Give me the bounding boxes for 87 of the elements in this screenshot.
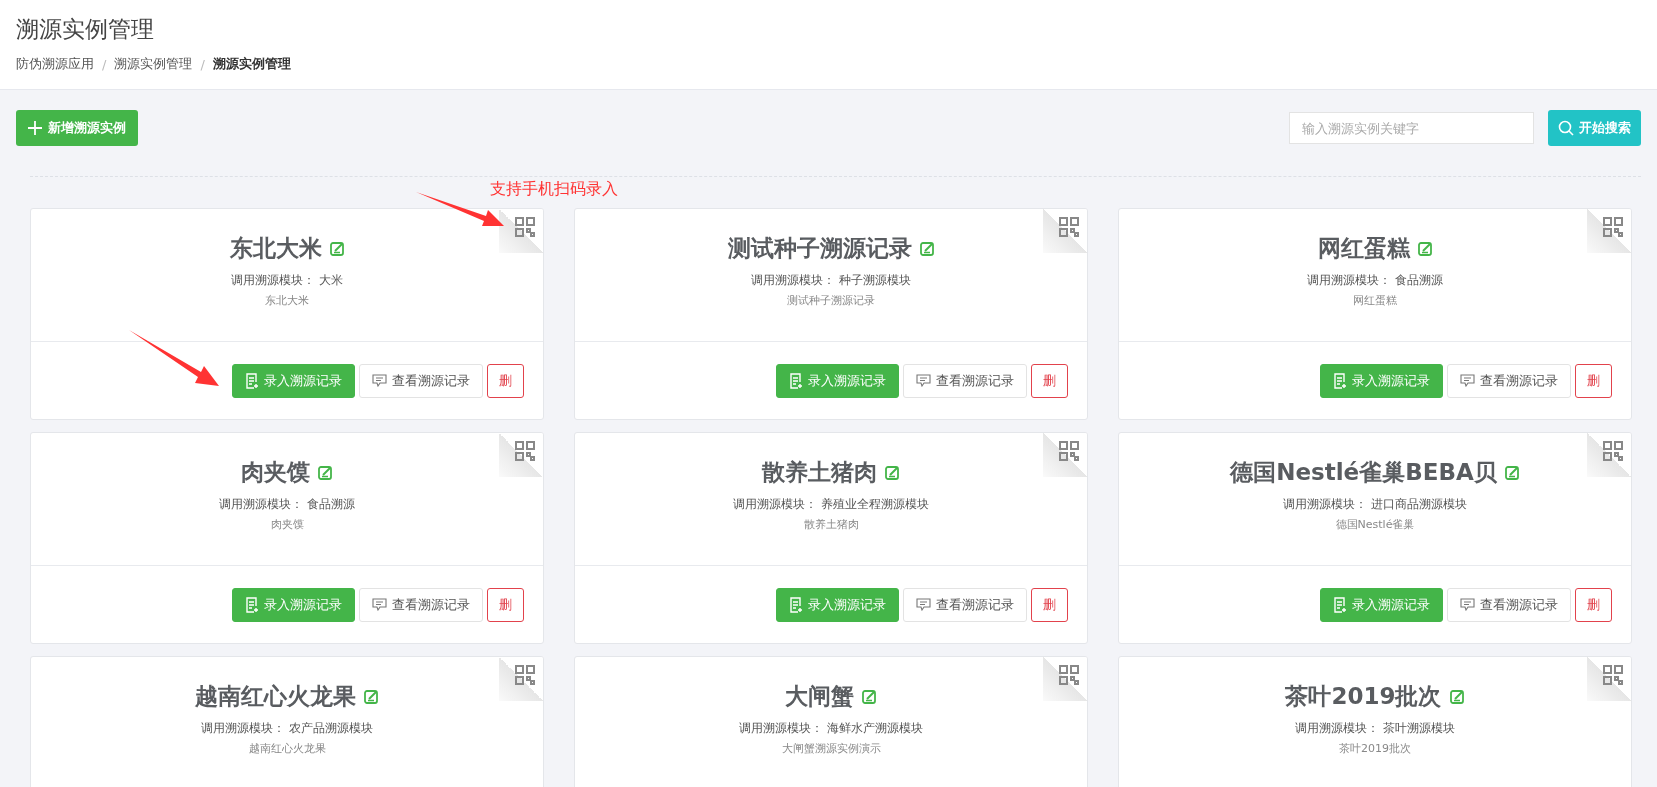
card-description: 德国Nestlé雀巢 bbox=[1335, 517, 1415, 532]
document-add-icon bbox=[789, 372, 803, 389]
delete-button[interactable]: 删 bbox=[1031, 363, 1068, 398]
qr-code-icon[interactable] bbox=[515, 441, 535, 461]
document-add-icon bbox=[245, 596, 259, 613]
card-title: 网红蛋糕 bbox=[1317, 234, 1410, 263]
card-title: 散养土猪肉 bbox=[762, 458, 877, 487]
card-description: 测试种子溯源记录 bbox=[787, 293, 875, 308]
search-button[interactable]: 开始搜索 bbox=[1548, 110, 1641, 146]
document-add-icon bbox=[1333, 372, 1347, 389]
card-title: 德国Nestlé雀巢BEBA贝 bbox=[1230, 458, 1497, 487]
enter-record-button[interactable]: 录入溯源记录 bbox=[232, 363, 355, 398]
qr-code-icon[interactable] bbox=[1059, 217, 1079, 237]
search-icon bbox=[1558, 120, 1574, 136]
view-record-button[interactable]: 查看溯源记录 bbox=[359, 363, 483, 398]
edit-icon[interactable] bbox=[862, 689, 877, 704]
comment-icon bbox=[372, 598, 387, 611]
page-title: 溯源实例管理 bbox=[16, 15, 155, 44]
edit-icon[interactable] bbox=[364, 689, 379, 704]
enter-record-button[interactable]: 录入溯源记录 bbox=[232, 587, 355, 622]
comment-icon bbox=[916, 598, 931, 611]
add-instance-button[interactable]: 新增溯源实例 bbox=[16, 110, 138, 146]
breadcrumb-item[interactable]: 溯源实例管理 bbox=[114, 55, 193, 73]
breadcrumb-item: 溯源实例管理 bbox=[212, 55, 291, 73]
comment-icon bbox=[916, 374, 931, 387]
edit-icon[interactable] bbox=[885, 465, 900, 480]
module-text: 调用溯源模块： 大米 bbox=[231, 272, 343, 289]
card-description: 肉夹馍 bbox=[270, 517, 304, 532]
qr-code-icon[interactable] bbox=[1059, 665, 1079, 685]
qr-code-icon[interactable] bbox=[1059, 441, 1079, 461]
qr-code-icon[interactable] bbox=[515, 217, 535, 237]
delete-button[interactable]: 删 bbox=[1575, 363, 1612, 398]
document-add-icon bbox=[789, 596, 803, 613]
breadcrumb-separator: / bbox=[102, 56, 107, 72]
delete-button[interactable]: 删 bbox=[487, 587, 524, 622]
edit-icon[interactable] bbox=[1449, 689, 1465, 704]
card-title: 测试种子溯源记录 bbox=[727, 234, 912, 263]
breadcrumb-separator: / bbox=[200, 56, 205, 72]
card-description: 东北大米 bbox=[265, 293, 309, 308]
card-description: 散养土猪肉 bbox=[803, 517, 859, 532]
module-text: 调用溯源模块： 养殖业全程溯源模块 bbox=[733, 496, 929, 513]
enter-record-button[interactable]: 录入溯源记录 bbox=[776, 587, 899, 622]
comment-icon bbox=[1460, 598, 1475, 611]
edit-icon[interactable] bbox=[318, 465, 333, 480]
view-record-button[interactable]: 查看溯源记录 bbox=[903, 363, 1027, 398]
qr-code-icon[interactable] bbox=[1603, 665, 1623, 685]
module-text: 调用溯源模块： 茶叶溯源模块 bbox=[1295, 720, 1455, 737]
view-record-button[interactable]: 查看溯源记录 bbox=[1447, 587, 1571, 622]
card-description: 越南红心火龙果 bbox=[248, 741, 326, 756]
view-record-button[interactable]: 查看溯源记录 bbox=[359, 587, 483, 622]
module-text: 调用溯源模块： 种子溯源模块 bbox=[751, 272, 911, 289]
module-text: 调用溯源模块： 进口商品溯源模块 bbox=[1283, 496, 1467, 513]
card-description: 网红蛋糕 bbox=[1353, 293, 1397, 308]
qr-code-icon[interactable] bbox=[1603, 441, 1623, 461]
breadcrumb-item[interactable]: 防伪溯源应用 bbox=[16, 55, 94, 73]
document-add-icon bbox=[245, 372, 259, 389]
edit-icon[interactable] bbox=[919, 241, 935, 256]
plus-icon bbox=[28, 121, 42, 135]
card-title: 茶叶2019批次 bbox=[1285, 682, 1442, 711]
enter-record-button[interactable]: 录入溯源记录 bbox=[1320, 363, 1443, 398]
module-text: 调用溯源模块： 海鲜水产溯源模块 bbox=[739, 720, 923, 737]
comment-icon bbox=[372, 374, 387, 387]
card-title: 越南红心火龙果 bbox=[195, 682, 356, 711]
enter-record-button[interactable]: 录入溯源记录 bbox=[1320, 587, 1443, 622]
annotation-text: 支持手机扫码录入 bbox=[490, 179, 618, 200]
card-title: 大闸蟹 bbox=[785, 682, 854, 711]
edit-icon[interactable] bbox=[1417, 241, 1433, 256]
card-title: 东北大米 bbox=[229, 234, 322, 263]
view-record-button[interactable]: 查看溯源记录 bbox=[903, 587, 1027, 622]
edit-icon[interactable] bbox=[329, 241, 345, 256]
document-add-icon bbox=[1333, 596, 1347, 613]
card-description: 大闸蟹溯源实例演示 bbox=[781, 741, 881, 756]
module-text: 调用溯源模块： 农产品溯源模块 bbox=[201, 720, 373, 737]
view-record-button[interactable]: 查看溯源记录 bbox=[1447, 363, 1571, 398]
card-description: 茶叶2019批次 bbox=[1339, 741, 1411, 756]
comment-icon bbox=[1460, 374, 1475, 387]
qr-code-icon[interactable] bbox=[515, 665, 535, 685]
edit-icon[interactable] bbox=[1504, 465, 1520, 480]
enter-record-button[interactable]: 录入溯源记录 bbox=[776, 363, 899, 398]
qr-code-icon[interactable] bbox=[1603, 217, 1623, 237]
card-title: 肉夹馍 bbox=[241, 458, 310, 487]
delete-button[interactable]: 删 bbox=[1031, 587, 1068, 622]
delete-button[interactable]: 删 bbox=[1575, 587, 1612, 622]
search-field[interactable]: 输入溯源实例关键字 bbox=[1289, 112, 1534, 144]
module-text: 调用溯源模块： 食品溯源 bbox=[1307, 272, 1443, 289]
delete-button[interactable]: 删 bbox=[487, 363, 524, 398]
module-text: 调用溯源模块： 食品溯源 bbox=[219, 496, 355, 513]
